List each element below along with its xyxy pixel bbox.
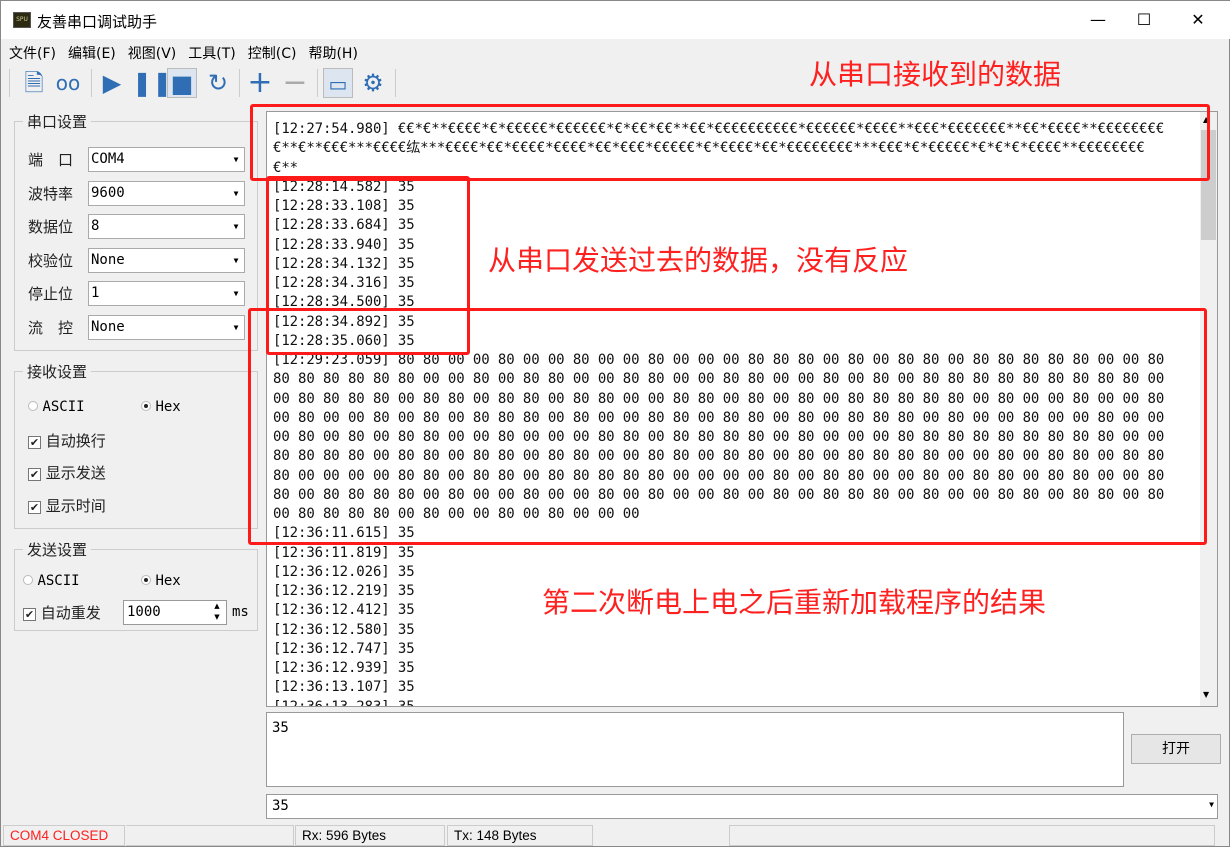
auto-wrap-checkbox[interactable]: ✔ 自动换行	[28, 430, 106, 451]
close-button[interactable]: ✕	[1175, 1, 1221, 39]
chevron-down-icon[interactable]: ▼	[230, 319, 242, 336]
field-label: 停止位	[28, 285, 74, 303]
stop-icon[interactable]: ■	[167, 68, 197, 98]
radio-label: Hex	[155, 573, 181, 589]
combo-value: COM4	[91, 151, 125, 167]
log-line: [12:36:11.819] 35	[273, 544, 415, 561]
menu-edit[interactable]: 编辑(E)	[60, 41, 120, 63]
send-hex-radio[interactable]: Hex	[141, 573, 181, 589]
field-label: 流 控	[28, 318, 74, 337]
radio-label: Hex	[155, 399, 181, 415]
menu-file[interactable]: 文件(F)	[1, 41, 60, 63]
combo-value: 9600	[91, 184, 125, 201]
combo-value: None	[91, 251, 125, 268]
maximize-button[interactable]: ☐	[1121, 1, 1167, 39]
send-settings-title: 发送设置	[27, 541, 88, 559]
menu-view[interactable]: 视图(V)	[120, 41, 181, 63]
chevron-down-icon[interactable]: ▼	[230, 252, 242, 269]
chevron-down-icon[interactable]: ▼	[230, 285, 242, 302]
plus-icon[interactable]: +	[245, 68, 275, 98]
chevron-down-icon[interactable]: ▼	[230, 185, 242, 202]
field-label: 数据位	[28, 218, 74, 236]
annotation-reload: 第二次断电上电之后重新加载程序的结果	[542, 586, 1047, 619]
field-label: 校验位	[28, 251, 74, 270]
annotation-sent: 从串口发送过去的数据，没有反应	[488, 244, 909, 277]
log-line: [12:36:12.939] 35	[273, 660, 415, 676]
receive-settings-title: 接收设置	[27, 363, 88, 381]
interval-unit: ms	[232, 604, 249, 620]
title-bar: SPU 友善串口调试助手 — ☐ ✕	[1, 1, 1230, 39]
document-icon[interactable]: 🗎	[19, 68, 49, 98]
serial-combo-3[interactable]: None ▼	[88, 247, 245, 273]
serial-combo-5[interactable]: None ▼	[88, 314, 245, 340]
radio-label: ASCII	[37, 573, 80, 589]
show-time-checkbox[interactable]: ✔ 显示时间	[28, 495, 106, 516]
status-bar: COM4 CLOSED Rx: 596 Bytes Tx: 148 Bytes	[1, 825, 1230, 847]
serial-combo-2[interactable]: 8 ▼	[88, 214, 245, 239]
record-icon[interactable]: oo	[53, 68, 83, 98]
minimize-button[interactable]: —	[1075, 1, 1121, 39]
serial-combo-1[interactable]: 9600 ▼	[88, 180, 245, 206]
serial-settings-title: 串口设置	[27, 113, 88, 131]
refresh-icon[interactable]: ↻	[203, 68, 233, 98]
chevron-down-icon[interactable]: ▼	[230, 151, 242, 168]
status-spacer	[126, 825, 294, 846]
play-icon[interactable]: ▶	[97, 68, 127, 98]
menu-help[interactable]: 帮助(H)	[300, 41, 361, 63]
chevron-down-icon[interactable]: ▼	[230, 218, 242, 235]
receive-ascii-radio[interactable]: ASCII	[28, 399, 85, 415]
send-history-combo[interactable]: 35 ▼	[266, 794, 1218, 819]
minus-icon[interactable]: −	[280, 68, 310, 98]
checkbox-label: 显示时间	[45, 497, 106, 515]
chevron-down-icon[interactable]: ▼	[1209, 800, 1214, 809]
port-status: COM4 CLOSED	[3, 825, 125, 846]
combo-value: 1	[91, 285, 100, 301]
send-history-value: 35	[272, 798, 289, 814]
app-logo-icon: SPU	[13, 12, 31, 28]
checkbox-label: 自动重发	[40, 604, 101, 622]
log-line: [12:36:13.283] 35	[273, 698, 415, 707]
rx-count: Rx: 596 Bytes	[295, 825, 445, 846]
radio-label: ASCII	[42, 399, 85, 415]
log-line: [12:36:12.026] 35	[273, 563, 415, 580]
annotation-box-received	[250, 104, 1210, 181]
open-button[interactable]: 打开	[1131, 734, 1221, 764]
menu-control[interactable]: 控制(C)	[240, 41, 301, 63]
send-textarea[interactable]: 35	[266, 712, 1124, 787]
window-title: 友善串口调试助手	[37, 13, 158, 31]
serial-combo-0[interactable]: COM4 ▼	[88, 147, 245, 172]
combo-value: 8	[91, 218, 100, 234]
field-label: 波特率	[28, 184, 74, 203]
field-label: 端 口	[28, 151, 74, 169]
checkbox-label: 显示发送	[45, 464, 106, 482]
show-send-checkbox[interactable]: ✔ 显示发送	[28, 462, 106, 483]
pause-icon[interactable]: ❚❚	[132, 68, 172, 98]
checkbox-label: 自动换行	[45, 432, 106, 450]
interval-spinner[interactable]: ▲ ▼	[208, 601, 226, 624]
send-ascii-radio[interactable]: ASCII	[23, 573, 80, 589]
receive-hex-radio[interactable]: Hex	[141, 399, 181, 415]
gear-icon[interactable]: ⚙	[358, 68, 388, 98]
log-line: [12:36:12.580] 35	[273, 621, 415, 638]
log-line: [12:36:12.747] 35	[273, 640, 415, 657]
tx-count: Tx: 148 Bytes	[447, 825, 593, 846]
annotation-received: 从串口接收到的数据	[809, 58, 1062, 91]
combo-value: None	[91, 318, 125, 335]
status-empty	[729, 825, 1215, 846]
auto-resend-checkbox[interactable]: ✔ 自动重发	[23, 602, 101, 623]
annotation-box-reload	[248, 308, 1207, 545]
menu-tools[interactable]: 工具(T)	[180, 41, 239, 63]
scroll-down-arrow[interactable]: ▼	[1203, 690, 1209, 699]
menu-bar: 文件(F) 编辑(E) 视图(V) 工具(T) 控制(C) 帮助(H)	[1, 41, 362, 63]
window-icon[interactable]: ▭	[323, 68, 353, 98]
serial-combo-4[interactable]: 1 ▼	[88, 281, 245, 306]
log-line: [12:36:13.107] 35	[273, 679, 415, 696]
